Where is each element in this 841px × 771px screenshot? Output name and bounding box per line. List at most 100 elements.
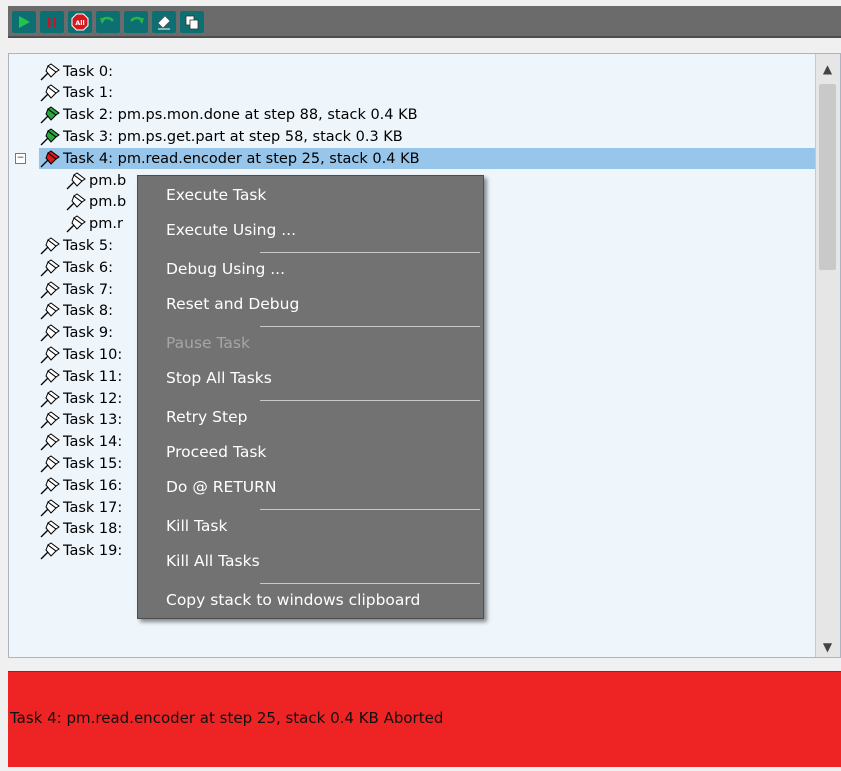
tree-row-label: pm.b <box>89 172 127 189</box>
tree-task-row[interactable]: Task 8: <box>39 301 113 322</box>
tree-row-label: Task 9: <box>63 325 114 342</box>
tree-row-label: Task 12: <box>63 390 123 407</box>
tree-task-row[interactable]: Task 9: <box>39 323 113 344</box>
menu-item-stop-all-tasks[interactable]: Stop All Tasks <box>166 363 272 393</box>
tree-task-row[interactable]: Task 7: <box>39 279 113 300</box>
tree-task-row[interactable]: Task 15: <box>39 453 122 474</box>
tree-task-row[interactable]: Task 13: <box>39 410 122 431</box>
tree-row-label: pm.b <box>89 194 127 211</box>
tree-row-label: Task 18: <box>63 521 123 538</box>
menu-item-kill-task[interactable]: Kill Task <box>166 511 227 541</box>
menu-item-kill-all-tasks[interactable]: Kill All Tasks <box>166 546 260 576</box>
context-menu: Execute Task Execute Using ... Debug Using… <box>137 175 484 619</box>
menu-separator <box>260 326 480 327</box>
pushpin-icon <box>40 433 60 451</box>
pause-icon <box>48 17 56 27</box>
tree-row-label: Task 14: <box>63 434 123 451</box>
pause-button[interactable] <box>40 11 64 33</box>
redo-icon <box>130 16 144 24</box>
svg-text:All: All <box>75 19 85 27</box>
menu-item-pause-task: Pause Task <box>166 334 250 352</box>
undo-button[interactable] <box>96 11 120 33</box>
pushpin-icon <box>40 498 60 516</box>
tree-task-row[interactable]: Task 5: <box>39 235 113 256</box>
menu-item-retry-step[interactable]: Retry Step <box>166 402 247 432</box>
pushpin-icon <box>66 193 86 211</box>
tree-row-label: Task 5: <box>63 237 114 254</box>
tree-task-row[interactable]: Task 1: <box>39 83 113 104</box>
pushpin-icon <box>40 346 60 364</box>
tree-task-row[interactable]: Task 11: <box>39 366 122 387</box>
menu-item-reset-and-debug[interactable]: Reset and Debug <box>166 289 299 319</box>
tree-row-label: Task 2: pm.ps.mon.done at step 88, stack… <box>63 107 418 124</box>
scrollbar-thumb[interactable] <box>819 84 836 270</box>
pushpin-icon <box>40 520 60 538</box>
pushpin-icon <box>40 128 60 146</box>
pushpin-icon <box>40 368 60 386</box>
tree-task-row[interactable]: Task 0: <box>39 61 113 82</box>
tree-row-label: Task 11: <box>63 368 123 385</box>
menu-item-execute-task[interactable]: Execute Task <box>166 180 266 210</box>
tree-row-label: Task 19: <box>63 543 123 560</box>
menu-item-debug-using[interactable]: Debug Using ... <box>166 254 285 284</box>
copy-icon <box>185 15 199 30</box>
menu-item-do-return[interactable]: Do @ RETURN <box>166 472 277 502</box>
tree-row-label: Task 0: <box>63 63 114 80</box>
tree-row-label: Task 1: <box>63 85 114 102</box>
status-bar: Task 4: pm.read.encoder at step 25, stac… <box>8 671 841 767</box>
menu-separator <box>260 509 480 510</box>
tree-task-row[interactable]: Task 14: <box>39 432 122 453</box>
collapse-toggle-icon[interactable]: − <box>15 153 26 165</box>
tree-task-row[interactable]: − Task 4: pm.read.encoder at step 25, sta… <box>15 148 815 170</box>
pushpin-icon <box>40 280 60 298</box>
tree-task-row[interactable]: Task 3: pm.ps.get.part at step 58, stack… <box>39 126 403 147</box>
menu-item-execute-using[interactable]: Execute Using ... <box>166 215 296 245</box>
tree-child-item[interactable]: pm.r <box>65 214 123 235</box>
eraser-button[interactable] <box>152 11 176 33</box>
pushpin-icon <box>66 215 86 233</box>
menu-item-proceed-task[interactable]: Proceed Task <box>166 437 266 467</box>
play-icon <box>19 16 30 28</box>
tree-row-label: Task 8: <box>63 303 114 320</box>
tree-task-row[interactable]: Task 17: <box>39 497 122 518</box>
pushpin-icon <box>40 477 60 495</box>
pushpin-icon <box>40 237 60 255</box>
pushpin-icon <box>40 324 60 342</box>
tree-task-row[interactable]: Task 19: <box>39 541 122 562</box>
undo-icon <box>100 16 114 24</box>
tree-task-row[interactable]: Task 10: <box>39 344 122 365</box>
tree-task-row[interactable]: Task 2: pm.ps.mon.done at step 88, stack… <box>39 105 418 126</box>
tree-task-row[interactable]: Task 16: <box>39 475 122 496</box>
tree-row-label: Task 13: <box>63 412 123 429</box>
tree-row-label: Task 3: pm.ps.get.part at step 58, stack… <box>63 128 403 145</box>
tree-task-row[interactable]: Task 6: <box>39 257 113 278</box>
tree-row-label: Task 7: <box>63 281 114 298</box>
menu-separator <box>260 583 480 584</box>
abort-all-button[interactable]: All <box>68 11 92 33</box>
pushpin-icon <box>40 62 60 80</box>
tree-row-label: Task 6: <box>63 259 114 276</box>
redo-button[interactable] <box>124 11 148 33</box>
tree-row-label: Task 17: <box>63 499 123 516</box>
tree-child-item[interactable]: pm.b <box>65 192 126 213</box>
status-message: Task 4: pm.read.encoder at step 25, stac… <box>10 709 444 727</box>
tree-child-item[interactable]: pm.b <box>65 170 126 191</box>
tree-row-label: Task 16: <box>63 477 123 494</box>
pushpin-icon <box>66 171 86 189</box>
tree-task-row[interactable]: Task 18: <box>39 519 122 540</box>
copy-button[interactable] <box>180 11 204 33</box>
abort-all-icon: All <box>71 13 89 31</box>
scroll-down-icon[interactable]: ▼ <box>818 638 837 655</box>
scroll-up-icon[interactable]: ▲ <box>818 60 837 77</box>
menu-separator <box>260 252 480 253</box>
pushpin-icon <box>40 84 60 102</box>
menu-item-copy-stack-to-windows-clipboard[interactable]: Copy stack to windows clipboard <box>166 585 420 615</box>
tree-task-row[interactable]: Task 12: <box>39 388 122 409</box>
tree-row-label: Task 10: <box>63 346 123 363</box>
tree-row-label: Task 4: pm.read.encoder at step 25, stac… <box>63 150 420 167</box>
pushpin-icon <box>40 150 60 168</box>
pushpin-icon <box>40 411 60 429</box>
run-button[interactable] <box>12 11 36 33</box>
vertical-scrollbar[interactable]: ▲ ▼ <box>815 54 840 657</box>
pushpin-icon <box>40 106 60 124</box>
